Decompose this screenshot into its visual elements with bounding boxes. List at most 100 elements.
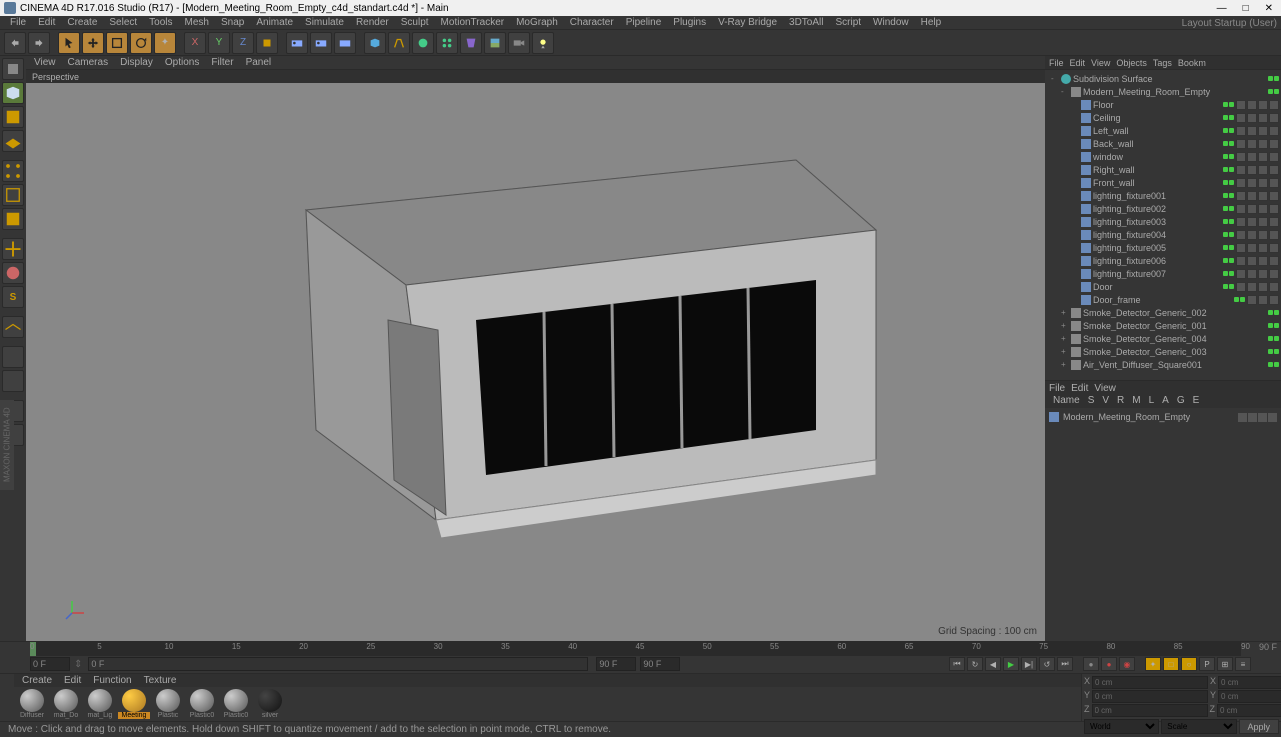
polygon-mode[interactable] [2, 208, 24, 230]
objmenu-tags[interactable]: Tags [1153, 58, 1172, 68]
tag-icon[interactable] [1247, 100, 1257, 110]
tag-icon[interactable] [1247, 230, 1257, 240]
tree-item[interactable]: -Subdivision Surface [1047, 72, 1279, 85]
viewport-3d[interactable]: Grid Spacing : 100 cm [26, 83, 1045, 641]
tag-icon[interactable] [1247, 269, 1257, 279]
tag-icon[interactable] [1236, 100, 1246, 110]
tag-icon[interactable] [1269, 165, 1279, 175]
apply-button[interactable]: Apply [1239, 719, 1280, 734]
menu-v-ray bridge[interactable]: V-Ray Bridge [712, 17, 783, 28]
tag-icon[interactable] [1269, 100, 1279, 110]
keyframe-sel[interactable]: ◉ [1119, 657, 1135, 671]
tag-icon[interactable] [1269, 217, 1279, 227]
material-silver[interactable]: silver [254, 689, 286, 719]
tree-toggle[interactable]: + [1061, 321, 1069, 330]
material-mat_do[interactable]: mat_Do [50, 689, 82, 719]
tree-item[interactable]: window [1047, 150, 1279, 163]
tag-icon[interactable] [1258, 230, 1268, 240]
object-label[interactable]: Right_wall [1093, 165, 1223, 175]
tag-icon[interactable] [1247, 217, 1257, 227]
generator-sds[interactable] [412, 32, 434, 54]
menu-file[interactable]: File [4, 17, 32, 28]
light[interactable] [532, 32, 554, 54]
viewport-solo[interactable] [2, 262, 24, 284]
attrmenu-file[interactable]: File [1049, 383, 1065, 394]
object-label[interactable]: Ceiling [1093, 113, 1223, 123]
key-pla[interactable]: ⊞ [1217, 657, 1233, 671]
tag-icon[interactable] [1258, 217, 1268, 227]
tag-icon[interactable] [1236, 126, 1246, 136]
autokey[interactable]: ● [1101, 657, 1117, 671]
menu-mesh[interactable]: Mesh [179, 17, 215, 28]
redo-button[interactable] [28, 32, 50, 54]
menu-animate[interactable]: Animate [250, 17, 299, 28]
tree-toggle[interactable]: + [1061, 360, 1069, 369]
object-label[interactable]: Smoke_Detector_Generic_002 [1083, 308, 1268, 318]
attrtab-a[interactable]: A [1158, 395, 1173, 408]
tag-icon[interactable] [1247, 191, 1257, 201]
tag-icon[interactable] [1247, 165, 1257, 175]
visibility-dots[interactable] [1223, 219, 1234, 224]
loop-toggle[interactable]: ↻ [967, 657, 983, 671]
tag-icon[interactable] [1269, 269, 1279, 279]
object-tree[interactable]: -Subdivision Surface-Modern_Meeting_Room… [1045, 70, 1281, 380]
object-label[interactable]: lighting_fixture003 [1093, 217, 1223, 227]
menu-window[interactable]: Window [867, 17, 915, 28]
render-view[interactable] [286, 32, 308, 54]
tree-toggle[interactable]: + [1061, 308, 1069, 317]
make-editable[interactable] [2, 58, 24, 80]
visibility-dots[interactable] [1223, 180, 1234, 185]
deformer[interactable] [460, 32, 482, 54]
tree-item[interactable]: Ceiling [1047, 111, 1279, 124]
workplane-mode[interactable] [2, 130, 24, 152]
undo-button[interactable] [4, 32, 26, 54]
tag-icon[interactable] [1236, 152, 1246, 162]
objmenu-bookm[interactable]: Bookm [1178, 58, 1206, 68]
tree-item[interactable]: +Smoke_Detector_Generic_001 [1047, 319, 1279, 332]
tag-icon[interactable] [1258, 126, 1268, 136]
object-label[interactable]: Subdivision Surface [1073, 74, 1268, 84]
attr-flag-1[interactable] [1238, 413, 1247, 422]
visibility-dots[interactable] [1223, 167, 1234, 172]
attrtab-g[interactable]: G [1173, 395, 1189, 408]
environment[interactable] [484, 32, 506, 54]
vpmenu-filter[interactable]: Filter [211, 57, 233, 68]
tree-toggle[interactable]: + [1061, 334, 1069, 343]
layout-selector[interactable]: Layout Startup (User) [1182, 18, 1277, 29]
material-meeting[interactable]: Meeting [118, 689, 150, 719]
tag-icon[interactable] [1236, 269, 1246, 279]
texture-mode[interactable] [2, 106, 24, 128]
menu-render[interactable]: Render [350, 17, 395, 28]
attr-flag-4[interactable] [1268, 413, 1277, 422]
tag-icon[interactable] [1258, 269, 1268, 279]
menu-sculpt[interactable]: Sculpt [395, 17, 435, 28]
object-label[interactable]: window [1093, 152, 1223, 162]
goto-start[interactable]: ⏮ [949, 657, 965, 671]
matmenu-create[interactable]: Create [22, 675, 52, 686]
axis-z-toggle[interactable]: Z [232, 32, 254, 54]
object-label[interactable]: Front_wall [1093, 178, 1223, 188]
tree-item[interactable]: Back_wall [1047, 137, 1279, 150]
object-label[interactable]: lighting_fixture005 [1093, 243, 1223, 253]
attr-object-name[interactable]: Modern_Meeting_Room_Empty [1063, 412, 1190, 422]
axis-y-toggle[interactable]: Y [208, 32, 230, 54]
timeline[interactable]: 051015202530354045505560657075808590 90 … [0, 641, 1281, 655]
matmenu-function[interactable]: Function [93, 675, 131, 686]
matmenu-edit[interactable]: Edit [64, 675, 81, 686]
materials-list[interactable]: Diffusermat_Domat_LigMeetingPlasticPlast… [14, 687, 1081, 721]
attrtab-r[interactable]: R [1113, 395, 1128, 408]
visibility-dots[interactable] [1268, 336, 1279, 341]
tag-icon[interactable] [1258, 295, 1268, 305]
material-diffuser[interactable]: Diffuser [16, 689, 48, 719]
attrmenu-view[interactable]: View [1094, 383, 1116, 394]
axis-mode[interactable] [2, 238, 24, 260]
render-settings[interactable] [334, 32, 356, 54]
object-label[interactable]: Smoke_Detector_Generic_003 [1083, 347, 1268, 357]
step-fwd[interactable]: ▶| [1021, 657, 1037, 671]
objmenu-file[interactable]: File [1049, 58, 1064, 68]
objmenu-edit[interactable]: Edit [1070, 58, 1086, 68]
tag-icon[interactable] [1247, 113, 1257, 123]
maximize-button[interactable]: □ [1239, 3, 1253, 14]
key-rot[interactable]: ○ [1181, 657, 1197, 671]
visibility-dots[interactable] [1268, 323, 1279, 328]
